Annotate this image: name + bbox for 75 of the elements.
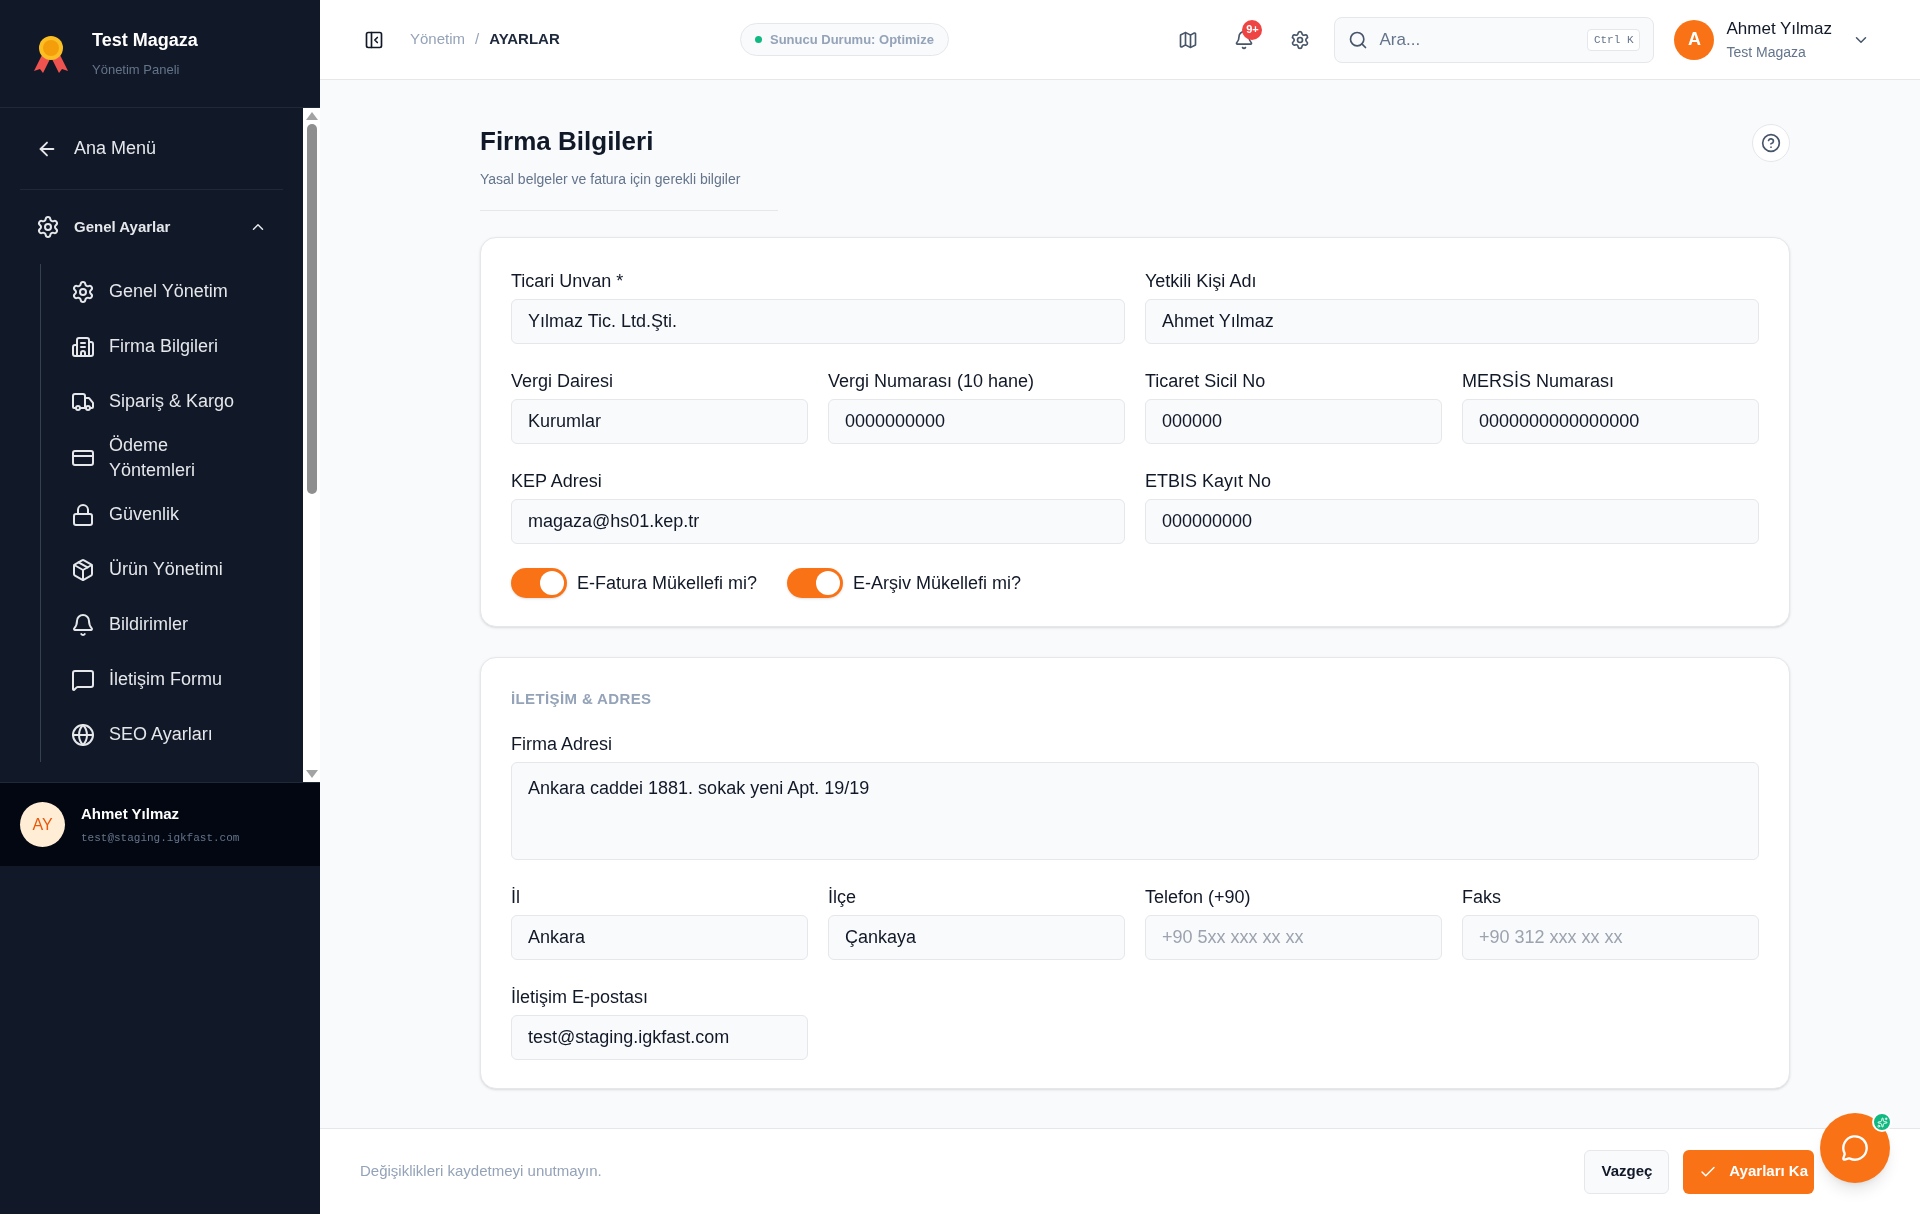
sidebar-item[interactable]: Ürün Yönetimi (41, 542, 283, 597)
field-label: İletişim E-postası (511, 985, 650, 1009)
question-mark-icon (1761, 133, 1781, 153)
gear-icon (71, 279, 95, 304)
server-status-pill: Sunucu Durumu: Optimize (740, 23, 949, 56)
box-icon (71, 557, 95, 582)
address-field[interactable]: Ankara caddei 1881. sokak yeni Apt. 19/19 (511, 761, 1759, 860)
toggle-switch[interactable] (511, 568, 567, 598)
user-email: test@staging.igkfast.com (81, 830, 240, 846)
input-field[interactable]: test@staging.igkfast.com (511, 1014, 808, 1060)
menu-group-toggle[interactable]: Genel Ayarlar (20, 190, 283, 264)
sidebar-item[interactable]: İletişim Formu (41, 652, 283, 707)
cancel-button[interactable]: Vazgeç (1584, 1149, 1670, 1194)
field-label: İlçe (828, 885, 857, 909)
input-field[interactable]: 0000000000 (828, 399, 1125, 444)
field-label: Ticaret Sicil No (1145, 370, 1267, 393)
globe-icon (71, 722, 95, 747)
page-title: Firma Bilgileri (480, 125, 655, 158)
brand-title: Test Magaza (92, 29, 198, 53)
user-avatar: AY (20, 802, 65, 847)
toggle-switch[interactable] (787, 568, 844, 598)
field-label: Firma Adresi (511, 732, 614, 756)
building-icon (71, 334, 95, 359)
field-label: ETBIS Kayıt No (1145, 470, 1273, 493)
field-label: Ticari Unvan * (511, 270, 625, 293)
input-field[interactable]: 0000000000000000 (1462, 399, 1759, 444)
breadcrumb-separator: / (475, 29, 480, 50)
field-label: Yetkili Kişi Adı (1145, 270, 1258, 293)
bell-icon (71, 612, 95, 637)
input-field[interactable]: +90 5xx xxx xx xx (1145, 914, 1442, 960)
brand-subtitle: Yönetim Paneli (92, 61, 181, 80)
breadcrumb-item: AYARLAR (489, 29, 560, 50)
footer-note: Değişiklikleri kaydetmeyi unutmayın. (360, 1161, 603, 1182)
sidebar-item[interactable]: Sipariş & Kargo (41, 374, 283, 429)
user-name: Ahmet Yılmaz (81, 804, 181, 824)
field-label: Telefon (+90) (1145, 885, 1252, 909)
gear-icon (36, 215, 60, 239)
field-label: Vergi Dairesi (511, 370, 615, 393)
field-label: Faks (1462, 885, 1502, 909)
input-field[interactable]: Yılmaz Tic. Ltd.Şti. (511, 299, 1125, 344)
page-subtitle: Yasal belgeler ve fatura için gerekli bilgiler (480, 170, 742, 189)
sidebar-item[interactable]: Genel Yönetim (41, 264, 283, 319)
input-field[interactable]: 000000000 (1145, 499, 1759, 544)
input-field[interactable]: magaza@hs01.kep.tr (511, 499, 1125, 544)
notification-badge: 9+ (1242, 19, 1263, 40)
field-label: İl (511, 885, 521, 909)
settings-icon[interactable] (1290, 29, 1311, 50)
sidebar-item[interactable]: Firma Bilgileri (41, 319, 283, 374)
lock-icon (71, 502, 95, 527)
sidebar-item[interactable]: Ödeme Yöntemleri (41, 429, 283, 487)
input-field[interactable]: Çankaya (828, 914, 1125, 960)
user-name: Ahmet Yılmaz (1726, 18, 1832, 41)
scrollbar[interactable] (303, 108, 320, 782)
input-field[interactable]: 000000 (1145, 399, 1442, 444)
help-button[interactable] (1752, 124, 1790, 162)
field-label: MERSİS Numarası (1462, 370, 1616, 393)
store-name: Test Magaza (1726, 42, 1807, 62)
field-label: Vergi Numarası (10 hane) (828, 370, 1036, 393)
toggle-label: E-Arşiv Mükellefi mi? (853, 571, 1022, 595)
sidebar-item[interactable]: SEO Ayarları (41, 707, 283, 762)
section-heading: İLETİŞİM & ADRES (511, 689, 653, 709)
search-icon (1348, 29, 1369, 50)
input-field[interactable]: Kurumlar (511, 399, 808, 444)
field-label: KEP Adresi (511, 470, 603, 493)
sidebar-item[interactable]: Güvenlik (41, 487, 283, 542)
sidebar-item[interactable]: Bildirimler (41, 597, 283, 652)
collapse-sidebar-icon[interactable] (364, 29, 384, 50)
input-field[interactable]: +90 312 xxx xx xx (1462, 914, 1759, 960)
back-link[interactable]: Ana Menü (20, 108, 283, 190)
chat-bubble-icon (71, 667, 95, 692)
input-field[interactable]: Ahmet Yılmaz (1145, 299, 1759, 344)
map-icon[interactable] (1178, 29, 1199, 50)
toggle-label: E-Fatura Mükellefi mi? (577, 571, 758, 595)
input-field[interactable]: Ankara (511, 914, 808, 960)
chat-bubble-icon (1841, 1134, 1869, 1162)
